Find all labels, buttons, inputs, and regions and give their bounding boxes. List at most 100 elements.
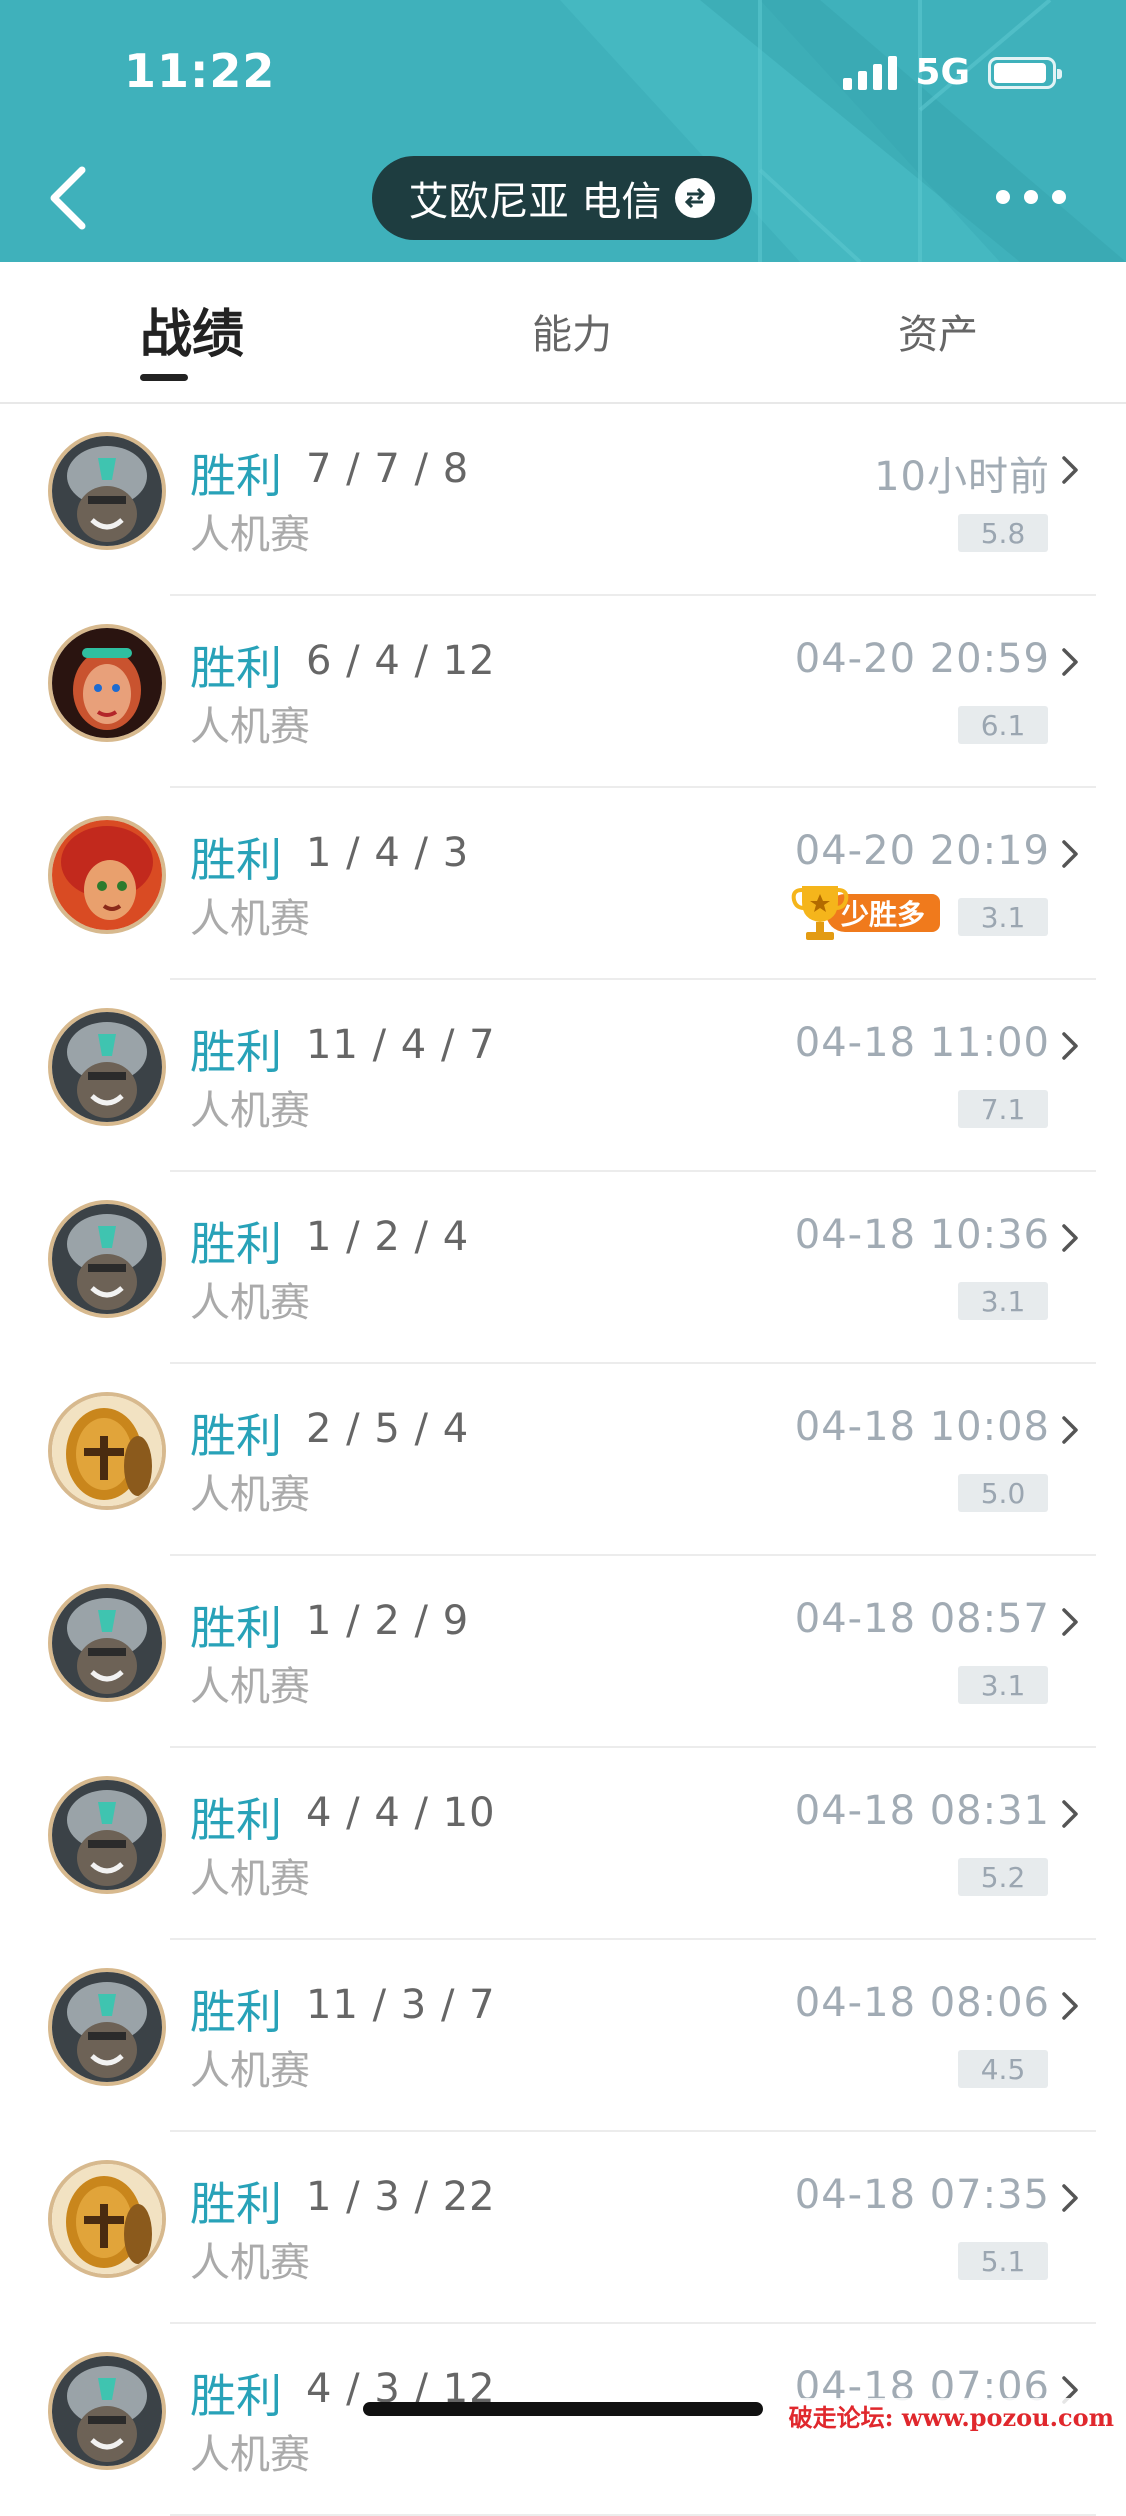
champion-avatar: [48, 1968, 166, 2086]
match-mode: 人机赛: [190, 2432, 310, 2478]
match-kda: 11 / 4 / 7: [306, 1022, 496, 1068]
match-row[interactable]: 胜利 4 / 4 / 10 人机赛 04-18 08:31 5.2: [0, 1748, 1126, 1940]
chevron-right-icon: [1062, 840, 1078, 868]
match-score-badge: 3.1: [958, 1666, 1048, 1704]
tab-bar: 战绩 能力 资产: [0, 262, 1126, 404]
match-time: 04-18 07:35: [794, 2172, 1050, 2218]
home-indicator: [363, 2402, 763, 2416]
match-row[interactable]: 胜利 6 / 4 / 12 人机赛 04-20 20:59 6.1: [0, 596, 1126, 788]
match-score-badge: 5.8: [958, 514, 1048, 552]
chevron-right-icon: [1062, 1608, 1078, 1636]
champion-avatar: [48, 2160, 166, 2278]
champion-avatar: [48, 1200, 166, 1318]
match-row[interactable]: 胜利 1 / 3 / 22 人机赛 04-18 07:35 5.1: [0, 2132, 1126, 2324]
match-time: 04-18 10:36: [794, 1212, 1050, 1258]
app-header: 11:22 5G 艾欧尼亚 电信: [0, 0, 1126, 262]
match-mode: 人机赛: [190, 1664, 310, 1710]
match-mode: 人机赛: [190, 1280, 310, 1326]
match-result: 胜利: [190, 449, 282, 503]
swap-icon: [675, 178, 716, 218]
match-mode: 人机赛: [190, 1472, 310, 1518]
match-time: 04-18 08:31: [794, 1788, 1050, 1834]
match-row[interactable]: 胜利 11 / 3 / 7 人机赛 04-18 08:06 4.5: [0, 1940, 1126, 2132]
server-switch-button[interactable]: 艾欧尼亚 电信: [372, 156, 752, 240]
match-kda: 1 / 4 / 3: [306, 830, 470, 876]
chevron-right-icon: [1062, 456, 1078, 484]
match-row[interactable]: 胜利 11 / 4 / 7 人机赛 04-18 11:00 7.1: [0, 980, 1126, 1172]
match-row[interactable]: 胜利 1 / 2 / 4 人机赛 04-18 10:36 3.1: [0, 1172, 1126, 1364]
match-kda: 1 / 2 / 4: [306, 1214, 470, 1260]
match-mode: 人机赛: [190, 2240, 310, 2286]
tab-record[interactable]: 战绩: [140, 292, 244, 367]
match-mode: 人机赛: [190, 2048, 310, 2094]
champion-avatar: [48, 624, 166, 742]
status-time: 11:22: [124, 44, 276, 98]
chevron-right-icon: [1062, 648, 1078, 676]
match-result: 胜利: [190, 1217, 282, 1271]
match-kda: 1 / 3 / 22: [306, 2174, 496, 2220]
match-score-badge: 4.5: [958, 2050, 1048, 2088]
match-result: 胜利: [190, 833, 282, 887]
status-indicators: 5G: [843, 52, 1062, 93]
match-score-badge: 5.2: [958, 1858, 1048, 1896]
chevron-left-icon: [50, 166, 86, 230]
match-time: 04-20 20:59: [794, 636, 1050, 682]
match-result: 胜利: [190, 1985, 282, 2039]
trophy-icon: [791, 886, 849, 940]
match-mode: 人机赛: [190, 896, 310, 942]
match-kda: 4 / 4 / 10: [306, 1790, 496, 1836]
battery-icon: [988, 56, 1062, 89]
chevron-right-icon: [1062, 1992, 1078, 2020]
match-result: 胜利: [190, 1409, 282, 1463]
match-row[interactable]: 胜利 2 / 5 / 4 人机赛 04-18 10:08 5.0: [0, 1364, 1126, 1556]
tab-assets[interactable]: 资产: [898, 302, 978, 360]
champion-avatar: [48, 1584, 166, 1702]
match-result: 胜利: [190, 1601, 282, 1655]
match-time: 04-18 08:06: [794, 1980, 1050, 2026]
match-result: 胜利: [190, 641, 282, 695]
match-score-badge: 3.1: [958, 898, 1048, 936]
chevron-right-icon: [1062, 1224, 1078, 1252]
chevron-right-icon: [1062, 2184, 1078, 2212]
champion-avatar: [48, 1776, 166, 1894]
match-kda: 2 / 5 / 4: [306, 1406, 470, 1452]
match-kda: 1 / 2 / 9: [306, 1598, 470, 1644]
match-kda: 7 / 7 / 8: [306, 446, 470, 492]
match-score-badge: 6.1: [958, 706, 1048, 744]
match-result: 胜利: [190, 2369, 282, 2423]
match-score-badge: 7.1: [958, 1090, 1048, 1128]
match-mode: 人机赛: [190, 1856, 310, 1902]
match-result: 胜利: [190, 1025, 282, 1079]
active-tab-indicator: [140, 374, 188, 381]
match-score-badge: 5.1: [958, 2242, 1048, 2280]
signal-icon: [843, 55, 898, 90]
chevron-right-icon: [1062, 1032, 1078, 1060]
match-time: 04-20 20:19: [794, 828, 1050, 874]
match-score-badge: 3.1: [958, 1282, 1048, 1320]
match-mode: 人机赛: [190, 1088, 310, 1134]
watermark: 破走论坛: www.pozou.com: [784, 2398, 1118, 2433]
match-time: 04-18 08:57: [794, 1596, 1050, 1642]
match-kda: 6 / 4 / 12: [306, 638, 496, 684]
back-button[interactable]: [44, 158, 104, 238]
match-score-badge: 5.0: [958, 1474, 1048, 1512]
chevron-right-icon: [1062, 1416, 1078, 1444]
match-kda: 11 / 3 / 7: [306, 1982, 496, 2028]
award-badge: 少胜多: [790, 880, 940, 942]
match-mode: 人机赛: [190, 704, 310, 750]
match-time: 04-18 10:08: [794, 1404, 1050, 1450]
champion-avatar: [48, 432, 166, 550]
champion-avatar: [48, 2352, 166, 2470]
more-dots-icon[interactable]: [996, 180, 1066, 214]
champion-avatar: [48, 1392, 166, 1510]
match-row[interactable]: 胜利 1 / 2 / 9 人机赛 04-18 08:57 3.1: [0, 1556, 1126, 1748]
server-name: 艾欧尼亚 电信: [408, 179, 662, 225]
match-time: 10小时前: [874, 454, 1050, 500]
match-result: 胜利: [190, 2177, 282, 2231]
tab-ability[interactable]: 能力: [532, 302, 612, 360]
match-row[interactable]: 胜利 1 / 4 / 3 人机赛 04-20 20:19 3.1 少胜多: [0, 788, 1126, 980]
match-row[interactable]: 胜利 7 / 7 / 8 人机赛 10小时前 5.8: [0, 404, 1126, 596]
match-time: 04-18 11:00: [794, 1020, 1050, 1066]
match-mode: 人机赛: [190, 512, 310, 558]
champion-avatar: [48, 1008, 166, 1126]
